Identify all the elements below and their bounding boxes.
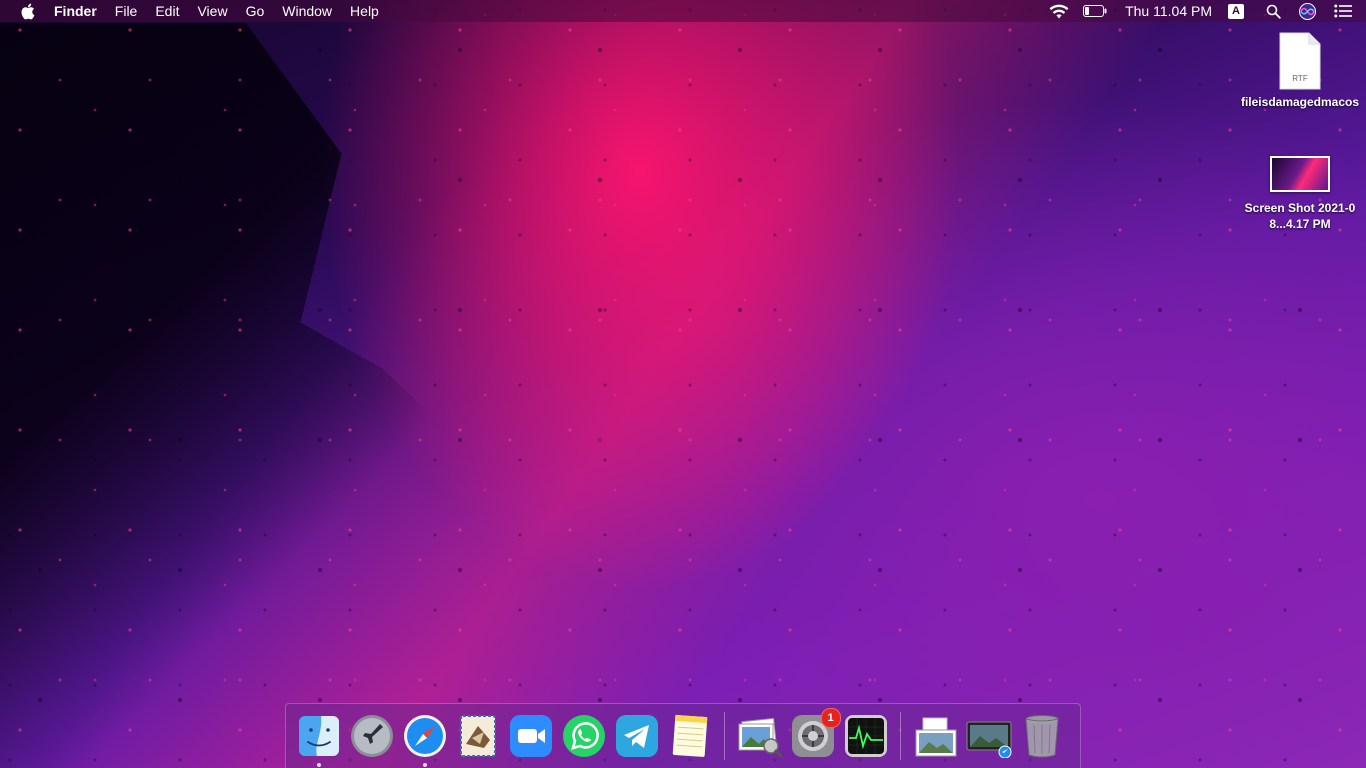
telegram-icon [615, 715, 658, 757]
dock-safari[interactable] [401, 712, 449, 767]
input-source-indicator[interactable]: A [1228, 3, 1244, 19]
notes-icon [672, 714, 707, 757]
wifi-icon[interactable] [1049, 0, 1069, 22]
dock-system-preferences[interactable]: 1 [789, 708, 841, 760]
dock-telegram[interactable] [613, 712, 661, 760]
documents-stack-icon [915, 717, 956, 757]
dock-preview[interactable] [736, 712, 784, 760]
dock-separator [900, 712, 901, 760]
running-indicator [422, 763, 427, 767]
dock: 1 [285, 703, 1081, 768]
menu-clock[interactable]: Thu 11.04 PM [1125, 3, 1212, 19]
menu-file[interactable]: File [106, 0, 147, 22]
launchpad-icon [350, 715, 393, 757]
menu-help[interactable]: Help [341, 0, 388, 22]
desktop-file-screenshot[interactable]: Screen Shot 2021-08...4.17 PM [1240, 156, 1360, 232]
apple-menu-icon[interactable] [20, 3, 35, 19]
dock-trash[interactable] [1018, 712, 1066, 760]
battery-icon[interactable] [1083, 0, 1107, 22]
dock-downloads-stack[interactable] [965, 712, 1013, 760]
dock-mail[interactable] [454, 712, 502, 760]
finder-icon [298, 716, 339, 756]
dock-activity-monitor[interactable] [842, 712, 890, 760]
menu-go[interactable]: Go [237, 0, 274, 22]
safari-icon [403, 715, 446, 757]
running-indicator [316, 763, 321, 767]
notification-badge: 1 [820, 708, 841, 728]
dock-notes[interactable] [666, 712, 714, 760]
menu-bar: Finder File Edit View Go Window Help Thu… [0, 0, 1366, 22]
rtf-type-label: RTF [1292, 74, 1308, 83]
spotlight-search-icon[interactable] [1266, 0, 1281, 22]
desktop[interactable]: Finder File Edit View Go Window Help Thu… [0, 0, 1366, 768]
desktop-file-label: Screen Shot 2021-08...4.17 PM [1244, 201, 1356, 231]
desktop-file-label: fileisdamagedmacos [1240, 95, 1360, 109]
menu-edit[interactable]: Edit [146, 0, 188, 22]
activity-monitor-icon [844, 715, 887, 757]
mail-icon [459, 715, 496, 757]
dock-separator [724, 712, 725, 760]
screenshot-thumbnail-icon [1270, 156, 1330, 192]
whatsapp-icon [562, 715, 605, 757]
zoom-icon [509, 715, 552, 757]
menu-window[interactable]: Window [273, 0, 341, 22]
downloads-stack-icon [966, 721, 1011, 758]
menu-app-name[interactable]: Finder [54, 0, 106, 22]
dock-zoom[interactable] [507, 712, 555, 760]
wallpaper-speckles [0, 0, 1366, 768]
dock-documents-stack[interactable] [912, 712, 960, 760]
desktop-file-rtf[interactable]: RTF fileisdamagedmacos [1240, 32, 1360, 110]
rtf-document-icon: RTF [1279, 32, 1321, 90]
siri-icon[interactable] [1299, 0, 1316, 22]
dock-whatsapp[interactable] [560, 712, 608, 760]
trash-icon [1024, 715, 1059, 758]
notification-center-icon[interactable] [1334, 0, 1352, 22]
dock-finder[interactable] [295, 712, 343, 767]
menu-view[interactable]: View [188, 0, 236, 22]
preview-icon [738, 717, 782, 758]
dock-launchpad[interactable] [348, 712, 396, 760]
